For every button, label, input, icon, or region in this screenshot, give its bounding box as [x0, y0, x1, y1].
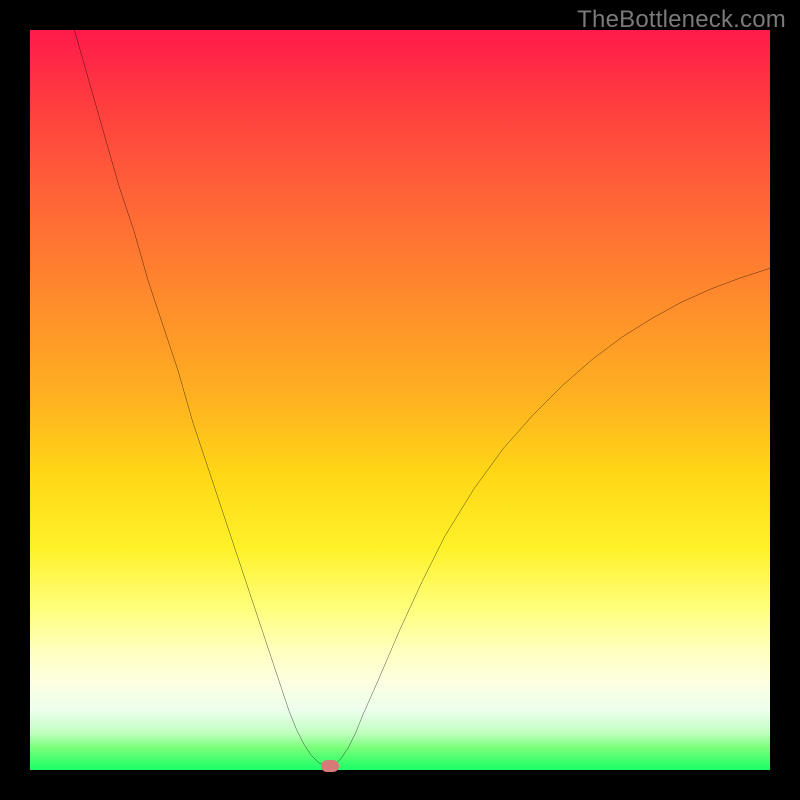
bottleneck-curve-path	[74, 30, 770, 766]
bottleneck-curve-svg	[30, 30, 770, 770]
chart-frame: TheBottleneck.com	[0, 0, 800, 800]
optimal-point-marker	[321, 760, 339, 772]
watermark-text: TheBottleneck.com	[577, 6, 786, 34]
